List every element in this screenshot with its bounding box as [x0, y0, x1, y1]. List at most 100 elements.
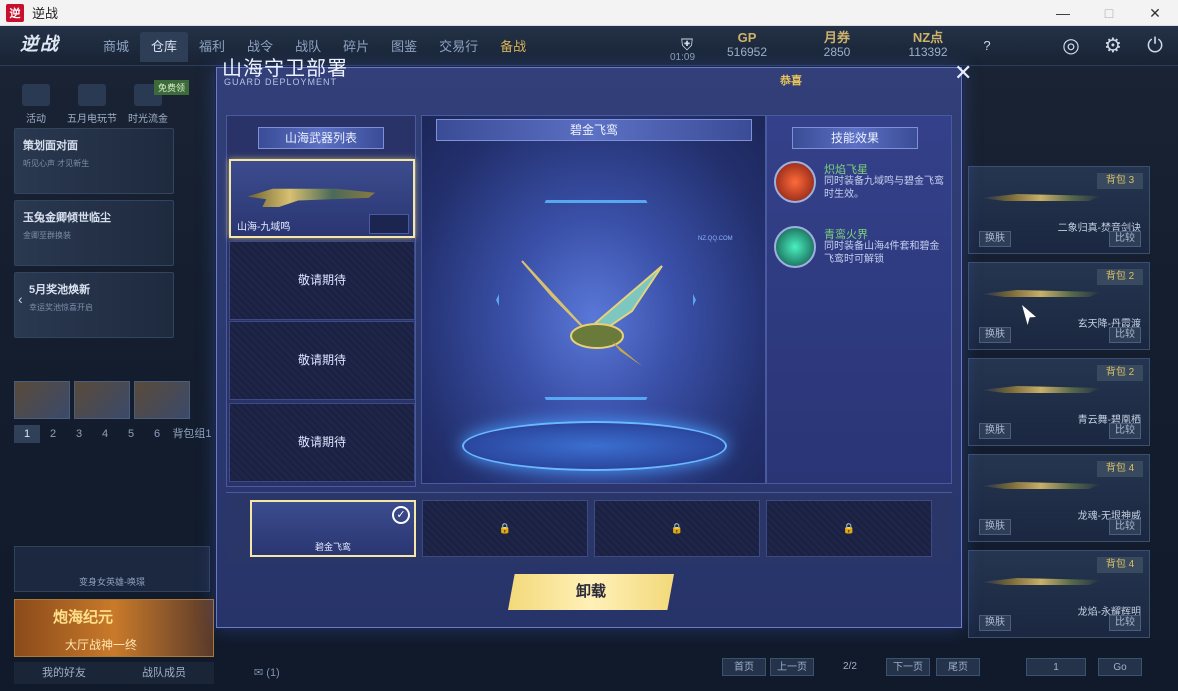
avatar[interactable]	[134, 381, 190, 419]
quick-gamefest[interactable]: 五月电玩节	[64, 84, 120, 125]
prev-page-button[interactable]: 上一页	[770, 658, 814, 676]
inventory-item-5[interactable]: 背包 4 龙焰-永耀辉明 换肤 比较	[968, 550, 1150, 638]
go-button[interactable]: Go	[1098, 658, 1142, 676]
tab-friends[interactable]: 我的好友	[14, 662, 114, 684]
chevron-left-icon[interactable]: ‹	[18, 291, 23, 307]
skill-desc: 同时装备山海4件套和碧金飞鸾时可解锁	[824, 241, 940, 265]
free-badge: 免费领	[154, 80, 190, 95]
weapon-slot-3[interactable]: 敬请期待	[229, 321, 415, 400]
swap-button[interactable]: 换肤	[979, 519, 1011, 535]
voucher-currency: 月券 2850	[812, 30, 862, 60]
close-icon[interactable]: ✕	[954, 62, 972, 84]
equip-slot-4[interactable]: 🔒	[766, 500, 932, 557]
social-tabs: 我的好友 战队成员	[14, 662, 214, 684]
gp-label: GP	[737, 30, 757, 45]
watermark: NZ.QQ.COM	[698, 236, 733, 242]
equip-slot-label: 碧金飞鸾	[314, 542, 351, 552]
weapon-slot-2[interactable]: 敬请期待	[229, 241, 415, 320]
quick-gamefest-label: 五月电玩节	[67, 114, 117, 125]
lock-icon: 🔒	[842, 523, 856, 534]
recruit-card[interactable]: 变身女英雄-唤璟	[14, 546, 210, 592]
skill-desc: 同时装备九域鸣与碧金飞鸾时生效。	[824, 176, 944, 200]
compare-button[interactable]: 比较	[1109, 615, 1141, 631]
compare-button[interactable]: 比较	[1109, 231, 1141, 247]
promo-sub-2: 金卿至群换装	[23, 231, 71, 240]
minimize-button[interactable]: —	[1040, 0, 1086, 26]
inventory-item-1[interactable]: 背包 3 二象归真-焚音剑诀 换肤 比较	[968, 166, 1150, 254]
promo-title-3: 5月奖池焕新	[29, 284, 91, 296]
target-icon[interactable]: ◎	[1058, 33, 1084, 59]
swap-button[interactable]: 换肤	[979, 615, 1011, 631]
weapon-slot-label: 山海-九域鸣	[237, 222, 291, 233]
quick-activity[interactable]: 活动	[8, 84, 64, 125]
compare-button[interactable]: 比较	[1109, 519, 1141, 535]
check-icon: ✓	[392, 506, 410, 524]
quick-timegold-label: 时光流金	[128, 114, 168, 125]
close-window-button[interactable]: ✕	[1132, 0, 1178, 26]
bag-page-1[interactable]: 1	[14, 425, 40, 443]
quick-activity-label: 活动	[26, 114, 46, 125]
lock-icon: 🔒	[670, 523, 684, 534]
bag-page-4[interactable]: 4	[92, 425, 118, 443]
nav-warehouse[interactable]: 仓库	[140, 32, 189, 62]
bag-group[interactable]: 背包组1	[170, 425, 214, 443]
help-icon[interactable]: ?	[974, 33, 1000, 59]
bag-page-2[interactable]: 2	[40, 425, 66, 443]
page-input[interactable]: 1	[1026, 658, 1086, 676]
inventory-item-2[interactable]: 背包 2 玄天降-丹霞渡 换肤 比较	[968, 262, 1150, 350]
mail-counter[interactable]: ✉ (1)	[254, 666, 280, 679]
bag-page-5[interactable]: 5	[118, 425, 144, 443]
bag-page-6[interactable]: 6	[144, 425, 170, 443]
avatar[interactable]	[14, 381, 70, 419]
tab-team-members[interactable]: 战队成员	[114, 662, 214, 684]
promo-card-1[interactable]: 策划面对面听见心声 才见新生	[14, 128, 174, 194]
weapon-slot-4[interactable]: 敬请期待	[229, 403, 415, 482]
voucher-value: 2850	[823, 45, 851, 59]
inventory-item-4[interactable]: 背包 4 龙魂-无垠神威 换肤 比较	[968, 454, 1150, 542]
next-page-button[interactable]: 下一页	[886, 658, 930, 676]
nz-label: NZ点	[912, 30, 944, 45]
weapon-image	[981, 194, 1101, 201]
skills-header: 技能效果	[792, 127, 918, 149]
nav-prepare[interactable]: 备战	[489, 32, 537, 62]
voucher-label: 月券	[823, 30, 850, 45]
last-page-button[interactable]: 尾页	[936, 658, 980, 676]
event-banner[interactable]: 炮海纪元 大厅战神一终	[14, 599, 214, 657]
banner-sub: 大厅战神一终	[65, 638, 138, 652]
gp-value: 516952	[726, 45, 768, 59]
equip-slot-3[interactable]: 🔒	[594, 500, 760, 557]
unload-button[interactable]: 卸载	[508, 574, 674, 610]
bag-page-3[interactable]: 3	[66, 425, 92, 443]
power-icon[interactable]: ⏻	[1142, 33, 1168, 59]
nav-codex[interactable]: 图鉴	[380, 32, 428, 62]
promo-sub-3: 幸运奖池惊喜开启	[29, 303, 93, 312]
top-bar: 逆战 商城 仓库 福利 战令 战队 碎片 图鉴 交易行 备战 ⛨ 01:09 G…	[0, 26, 1178, 66]
nav-trade[interactable]: 交易行	[428, 32, 489, 62]
weapon-image	[981, 578, 1101, 585]
first-page-button[interactable]: 首页	[722, 658, 766, 676]
equip-slot-2[interactable]: 🔒	[422, 500, 588, 557]
compare-button[interactable]: 比较	[1109, 327, 1141, 343]
weapon-mini-icon	[369, 214, 409, 234]
maximize-button[interactable]: □	[1086, 0, 1132, 26]
phoenix-fire-icon	[774, 226, 816, 268]
swap-button[interactable]: 换肤	[979, 327, 1011, 343]
inventory-item-3[interactable]: 背包 2 青云舞-碧凰栖 换肤 比较	[968, 358, 1150, 446]
swap-button[interactable]: 换肤	[979, 231, 1011, 247]
compare-button[interactable]: 比较	[1109, 423, 1141, 439]
nz-currency: NZ点 113392	[900, 30, 956, 60]
promo-card-3[interactable]: 5月奖池焕新 幸运奖池惊喜开启	[14, 272, 174, 338]
equip-slot-1[interactable]: ✓ 碧金飞鸾	[250, 500, 416, 557]
avatar[interactable]	[74, 381, 130, 419]
promo-card-2[interactable]: 玉兔金卿倾世临尘 金卿至群换装	[14, 200, 174, 266]
weapon-slot-1[interactable]: 山海-九域鸣	[229, 159, 415, 238]
nav-shop[interactable]: 商城	[92, 32, 140, 62]
gear-icon[interactable]: ⚙	[1100, 33, 1126, 59]
swap-button[interactable]: 换肤	[979, 423, 1011, 439]
bag-tag: 背包 2	[1097, 269, 1143, 285]
promo-sub-1: 听见心声 才见新生	[23, 159, 90, 168]
weapon-image	[981, 482, 1101, 489]
bag-tag: 背包 3	[1097, 173, 1143, 189]
promo-title-1: 策划面对面	[23, 140, 78, 152]
golden-phoenix-image	[521, 260, 663, 366]
